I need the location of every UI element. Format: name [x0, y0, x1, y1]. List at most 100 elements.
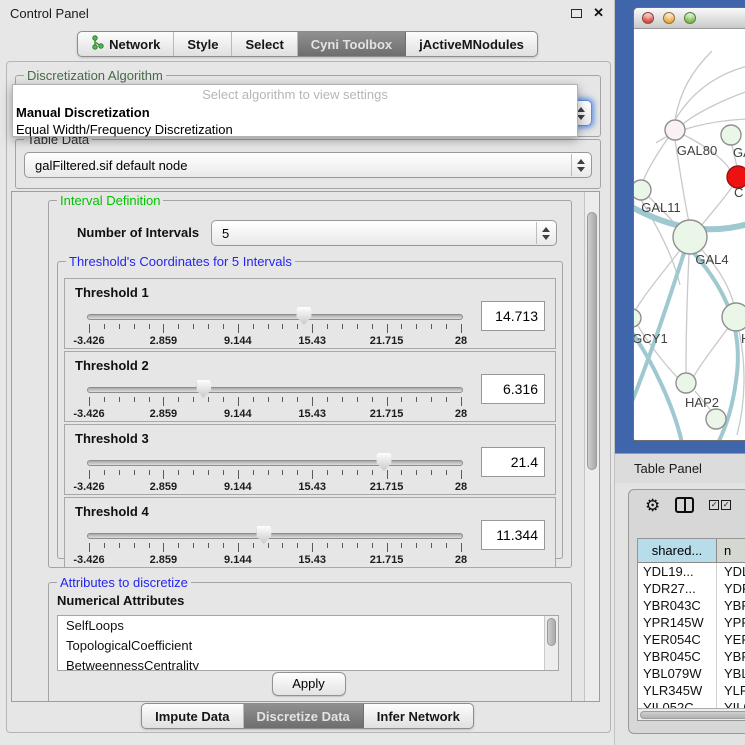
slider-handle[interactable]	[296, 307, 311, 325]
network-node[interactable]	[665, 120, 685, 140]
mac-zoom-button[interactable]	[684, 12, 696, 24]
control-panel-titlebar: Control Panel ✕	[0, 0, 614, 26]
table-row[interactable]: YLR345WYLR3	[638, 682, 745, 699]
threshold-value-field[interactable]: 14.713	[481, 301, 545, 331]
network-node-label: GA	[733, 145, 745, 160]
table-hscrollbar-thumb[interactable]	[640, 711, 745, 719]
node-table[interactable]: shared... n YDL19...YDL1YDR27...YDR2YBR0…	[637, 538, 745, 721]
network-canvas[interactable]: GAL80GACGAL11GAL4GCY1HHAP2	[634, 29, 745, 441]
threshold-slider[interactable]: -3.4262.8599.14415.4321.71528	[87, 451, 463, 491]
list-item[interactable]: SelfLoops	[58, 616, 558, 636]
bottom-tab-impute-data[interactable]: Impute Data	[142, 704, 243, 728]
table-panel-region: Table Panel ⚙ ✓ ✓ shared... n YDL19...YD…	[615, 453, 745, 745]
cell-name[interactable]: YBR0	[717, 597, 745, 614]
threshold-value-field[interactable]: 11.344	[481, 520, 545, 550]
table-row[interactable]: YPR145WYPR1	[638, 614, 745, 631]
cell-shared-name[interactable]: YBL079W	[638, 665, 717, 682]
bottom-tab-infer-network[interactable]: Infer Network	[364, 704, 473, 728]
network-edge	[675, 65, 745, 120]
slider-track[interactable]	[87, 314, 463, 320]
list-item[interactable]: TopologicalCoefficient	[58, 636, 558, 656]
attributes-scrollbar[interactable]	[544, 616, 558, 670]
cell-name[interactable]: YLR3	[717, 682, 745, 699]
network-edge	[686, 254, 689, 374]
slider-track[interactable]	[87, 387, 463, 393]
bottom-tab-discretize-data[interactable]: Discretize Data	[244, 704, 364, 728]
settings-vertical-scrollbar[interactable]	[584, 192, 599, 701]
slider-handle[interactable]	[377, 453, 392, 471]
network-node[interactable]	[676, 373, 696, 393]
split-column-icon[interactable]	[675, 497, 694, 513]
mac-close-button[interactable]	[642, 12, 654, 24]
tab-network[interactable]: Network	[78, 32, 174, 56]
cell-shared-name[interactable]: YBR045C	[638, 648, 717, 665]
tab-select[interactable]: Select	[232, 32, 297, 56]
mac-minimize-button[interactable]	[663, 12, 675, 24]
cell-name[interactable]: YBR0	[717, 648, 745, 665]
cell-shared-name[interactable]: YDL19...	[638, 563, 717, 580]
tab-style[interactable]: Style	[174, 32, 232, 56]
threshold-slider[interactable]: -3.4262.8599.14415.4321.71528	[87, 378, 463, 418]
network-node[interactable]	[634, 180, 651, 200]
algorithm-option-equal-width[interactable]: Equal Width/Frequency Discretization	[13, 121, 577, 138]
tab-jactivemnodules[interactable]: jActiveMNodules	[406, 32, 537, 56]
checkbox-icon[interactable]: ✓	[709, 500, 719, 510]
top-tab-segment: NetworkStyleSelectCyni ToolboxjActiveMNo…	[77, 31, 538, 57]
close-icon[interactable]: ✕	[593, 5, 604, 21]
checkbox-icons[interactable]: ✓ ✓	[709, 500, 731, 510]
list-item[interactable]: BetweennessCentrality	[58, 656, 558, 671]
network-graph: GAL80GACGAL11GAL4GCY1HHAP2	[634, 29, 745, 441]
table-data-group: Table Data galFiltered.sif default node	[15, 139, 601, 189]
attributes-scrollbar-thumb[interactable]	[547, 618, 556, 646]
float-window-icon[interactable]	[571, 9, 582, 18]
slider-track[interactable]	[87, 460, 463, 466]
table-row[interactable]: YBL079WYBL0	[638, 665, 745, 682]
network-node[interactable]	[634, 309, 641, 327]
slider-track[interactable]	[87, 533, 463, 539]
slider-handle[interactable]	[256, 526, 271, 544]
cell-name[interactable]: YBL0	[717, 665, 745, 682]
table-row[interactable]: YBR045CYBR0	[638, 648, 745, 665]
checkbox-icon[interactable]: ✓	[721, 500, 731, 510]
cell-shared-name[interactable]: YPR145W	[638, 614, 717, 631]
interval-definition-group: Interval Definition Number of Intervals …	[48, 200, 572, 568]
network-node[interactable]	[721, 125, 741, 145]
cell-name[interactable]: YDL1	[717, 563, 745, 580]
threshold-slider[interactable]: -3.4262.8599.14415.4321.71528	[87, 524, 463, 564]
table-horizontal-scrollbar[interactable]	[638, 708, 745, 720]
tab-cyni-toolbox[interactable]: Cyni Toolbox	[298, 32, 406, 56]
number-of-intervals-combobox[interactable]: 5	[211, 220, 557, 246]
cell-name[interactable]: YER0	[717, 631, 745, 648]
slider-handle[interactable]	[196, 380, 211, 398]
threshold-slider[interactable]: -3.4262.8599.14415.4321.71528	[87, 305, 463, 345]
numerical-attributes-list[interactable]: SelfLoopsTopologicalCoefficientBetweenne…	[57, 615, 559, 671]
network-node[interactable]	[722, 303, 745, 331]
cell-shared-name[interactable]: YER054C	[638, 631, 717, 648]
cell-shared-name[interactable]: YLR345W	[638, 682, 717, 699]
combo-stepper-icon[interactable]	[536, 222, 555, 244]
threshold-panel-1: Threshold 1-3.4262.8599.14415.4321.71528…	[64, 278, 556, 349]
apply-button[interactable]: Apply	[272, 672, 346, 696]
gear-icon[interactable]: ⚙	[645, 497, 660, 514]
table-row[interactable]: YBR043CYBR0	[638, 597, 745, 614]
algorithm-option-manual[interactable]: Manual Discretization	[13, 104, 577, 121]
network-node[interactable]	[673, 220, 707, 254]
cell-shared-name[interactable]: YBR043C	[638, 597, 717, 614]
network-node[interactable]	[706, 409, 726, 429]
column-header-name[interactable]: n	[717, 539, 745, 562]
network-view-window[interactable]: GAL80GACGAL11GAL4GCY1HHAP2	[633, 7, 745, 441]
table-row[interactable]: YDR27...YDR2	[638, 580, 745, 597]
settings-scrollbar-thumb[interactable]	[587, 212, 597, 470]
combo-stepper-icon[interactable]	[571, 154, 590, 176]
table-row[interactable]: YER054CYER0	[638, 631, 745, 648]
cell-name[interactable]: YPR1	[717, 614, 745, 631]
threshold-value-field[interactable]: 6.316	[481, 374, 545, 404]
threshold-value-field[interactable]: 21.4	[481, 447, 545, 477]
table-data-combobox[interactable]: galFiltered.sif default node	[24, 152, 592, 178]
cell-name[interactable]: YDR2	[717, 580, 745, 597]
cell-shared-name[interactable]: YDR27...	[638, 580, 717, 597]
settings-scroll-viewport: Interval Definition Number of Intervals …	[11, 191, 600, 702]
table-row[interactable]: YDL19...YDL1	[638, 563, 745, 580]
network-window-titlebar[interactable]	[634, 8, 745, 29]
column-header-shared-name[interactable]: shared...	[638, 539, 717, 562]
